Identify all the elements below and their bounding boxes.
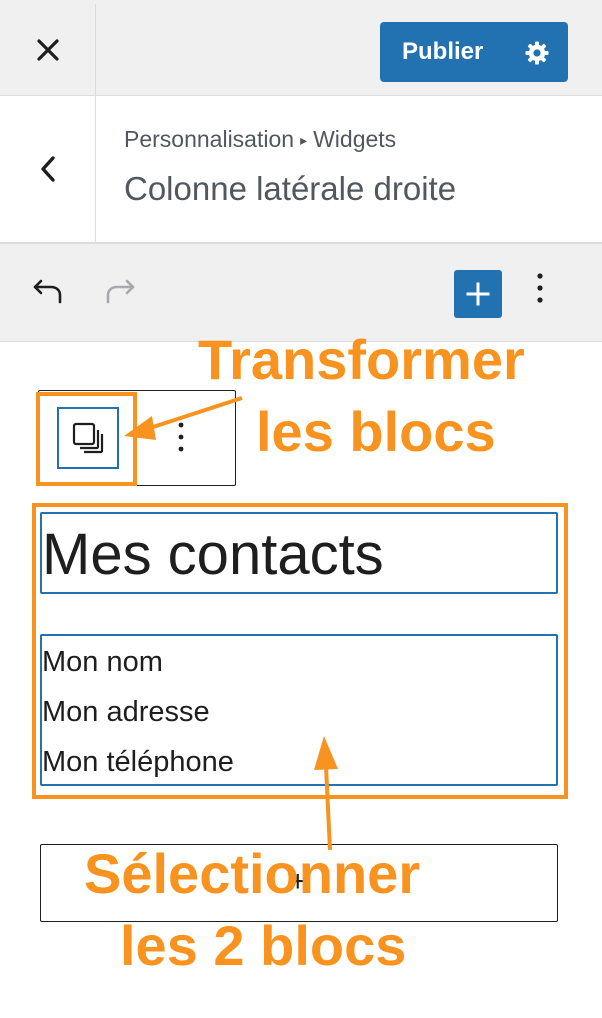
annotation-select-line-2: les 2 blocs bbox=[120, 914, 407, 977]
annotation-transform-line-1: Transformer bbox=[198, 328, 525, 391]
annotation-transform-line-2: les blocs bbox=[256, 400, 496, 463]
annotation-select-line-1: Sélectionner bbox=[84, 842, 421, 905]
